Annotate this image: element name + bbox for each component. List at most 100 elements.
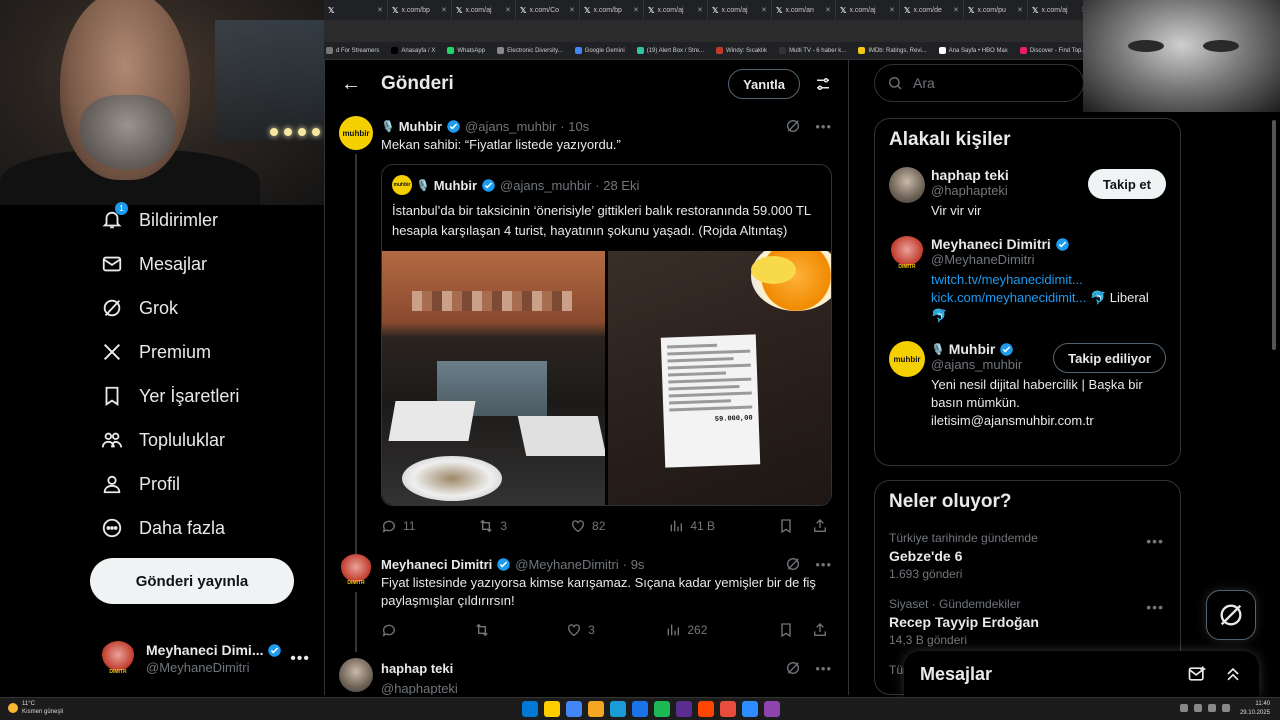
browser-tab[interactable]: 𝕏 ✕	[324, 0, 388, 20]
clock[interactable]: 11:40 29.10.2025	[1240, 700, 1270, 718]
grok-icon[interactable]	[785, 660, 801, 676]
related-person[interactable]: Meyhaneci Dimitri @MeyhaneDimitri twitch…	[875, 230, 1180, 335]
bookmark-item[interactable]: Windy: Sıcaklık	[716, 47, 767, 54]
reply-action[interactable]	[381, 622, 403, 638]
like-action[interactable]: 82	[570, 518, 605, 534]
more-dots-icon[interactable]: •••	[815, 661, 832, 676]
taskbar-app-icon[interactable]	[588, 701, 604, 717]
profile-link[interactable]: kick.com/meyhanecidimit...	[931, 290, 1086, 305]
taskbar-app-icon[interactable]	[698, 701, 714, 717]
browser-tab[interactable]: 𝕏x.com/de ✕	[900, 0, 964, 20]
sidebar-item-profile[interactable]: Profil	[90, 462, 310, 506]
page-scrollbar[interactable]	[1272, 120, 1276, 350]
more-dots-icon[interactable]: •••	[815, 119, 832, 134]
bookmark-item[interactable]: Electronic Diversity...	[497, 47, 563, 54]
sidebar-item-notifications[interactable]: 1 Bildirimler	[90, 198, 310, 242]
views-action[interactable]: 41 B	[668, 518, 715, 534]
close-icon[interactable]: ✕	[761, 6, 767, 14]
post-button[interactable]: Gönderi yayınla	[90, 558, 294, 604]
bookmark-item[interactable]: d For Streamers	[326, 47, 379, 54]
quoted-tweet[interactable]: muhbir 🎙️ Muhbir @ajans_muhbir · 28 Eki …	[381, 164, 832, 506]
close-icon[interactable]: ✕	[569, 6, 575, 14]
close-icon[interactable]: ✕	[377, 6, 383, 14]
bookmark-icon[interactable]	[778, 518, 794, 534]
taskbar-app-icon[interactable]	[632, 701, 648, 717]
tweet-third[interactable]: haphap teki ••• @haphapteki	[325, 650, 848, 695]
more-dots-icon[interactable]: •••	[290, 650, 310, 668]
sliders-icon[interactable]	[814, 75, 832, 93]
sidebar-item-communities[interactable]: Topluluklar	[90, 418, 310, 462]
following-button[interactable]: Takip ediliyor	[1053, 343, 1166, 373]
browser-tab[interactable]: 𝕏x.com/bp ✕	[388, 0, 452, 20]
messages-drawer[interactable]: Mesajlar	[904, 651, 1259, 697]
repost-action[interactable]	[474, 622, 496, 638]
grok-button[interactable]	[1206, 590, 1256, 640]
avatar[interactable]: muhbir	[339, 116, 373, 150]
avatar[interactable]	[339, 554, 373, 588]
browser-tab[interactable]: 𝕏x.com/bp ✕	[580, 0, 644, 20]
bookmark-item[interactable]: Anasayfa / X	[391, 47, 435, 54]
bookmark-icon[interactable]	[778, 622, 794, 638]
taskbar-app-icon[interactable]	[742, 701, 758, 717]
bookmark-item[interactable]: (19) Alert Box / Stre...	[636, 47, 704, 54]
taskbar-app-icon[interactable]	[566, 701, 582, 717]
taskbar-app-icon[interactable]	[522, 701, 538, 717]
taskbar-app-icon[interactable]	[610, 701, 626, 717]
browser-tab[interactable]: 𝕏x.com/pu ✕	[964, 0, 1028, 20]
new-message-icon[interactable]	[1187, 664, 1207, 684]
browser-tab[interactable]: 𝕏x.com/aj✕	[836, 0, 900, 20]
browser-tab[interactable]: 𝕏x.com/aj✕	[708, 0, 772, 20]
person-name[interactable]: Meyhaneci Dimitri	[931, 236, 1051, 252]
tweet-author-handle[interactable]: @ajans_muhbir	[465, 119, 556, 134]
tweet-time[interactable]: · 10s	[560, 119, 589, 134]
restaurant-photo[interactable]	[382, 251, 605, 505]
bookmark-item[interactable]: IMDb: Ratings, Revi...	[858, 47, 927, 54]
grok-icon[interactable]	[785, 556, 801, 572]
follow-button[interactable]: Takip et	[1087, 169, 1166, 199]
more-dots-icon[interactable]: •••	[1146, 533, 1164, 549]
close-icon[interactable]: ✕	[697, 6, 703, 14]
browser-tab[interactable]: 𝕏x.com/aj✕	[644, 0, 708, 20]
browser-tab[interactable]: 𝕏x.com/aj✕	[452, 0, 516, 20]
close-icon[interactable]: ✕	[1017, 6, 1023, 14]
weather-widget[interactable]: 11°C Kısmen güneşli	[8, 700, 63, 716]
related-person[interactable]: muhbir 🎙️ Muhbir @ajans_muhbir Yeni nesil…	[875, 335, 1180, 440]
browser-tab[interactable]: 𝕏x.com/aj✕	[1028, 0, 1084, 20]
tweet-author-handle[interactable]: @MeyhaneDimitri	[515, 557, 619, 572]
more-dots-icon[interactable]: •••	[1146, 599, 1164, 615]
browser-tab[interactable]: 𝕏x.com/an ✕	[772, 0, 836, 20]
tweet-author-name[interactable]: Muhbir	[399, 119, 442, 134]
sidebar-item-premium[interactable]: Premium	[90, 330, 310, 374]
account-switcher[interactable]: Meyhaneci Dimi... @MeyhaneDimitri •••	[100, 634, 310, 684]
views-action[interactable]: 262	[665, 622, 707, 638]
sidebar-item-more[interactable]: Daha fazla	[90, 506, 310, 550]
tweet-author-name[interactable]: haphap teki	[381, 661, 453, 676]
close-icon[interactable]: ✕	[825, 6, 831, 14]
chevron-up-double-icon[interactable]	[1223, 664, 1243, 684]
tweet-author-name[interactable]: Meyhaneci Dimitri	[381, 557, 492, 572]
search-input[interactable]: Ara	[874, 64, 1084, 102]
related-person[interactable]: haphap teki @haphapteki Vir vir vir Taki…	[875, 161, 1180, 230]
taskbar-app-icon[interactable]	[676, 701, 692, 717]
close-icon[interactable]: ✕	[953, 6, 959, 14]
share-icon[interactable]	[812, 622, 828, 638]
repost-action[interactable]: 3	[478, 518, 507, 534]
quote-media[interactable]: 59.000,00	[382, 251, 831, 505]
tweet-time[interactable]: · 9s	[623, 557, 645, 572]
reply-button[interactable]: Yanıtla	[728, 69, 800, 99]
avatar[interactable]: muhbir	[889, 341, 925, 377]
close-icon[interactable]: ✕	[633, 6, 639, 14]
close-icon[interactable]: ✕	[505, 6, 511, 14]
taskbar-app-icon[interactable]	[720, 701, 736, 717]
back-arrow-icon[interactable]: ←	[341, 73, 381, 96]
receipt-photo[interactable]: 59.000,00	[608, 251, 831, 505]
more-dots-icon[interactable]: •••	[815, 557, 832, 572]
reply-action[interactable]: 11	[381, 518, 415, 534]
avatar[interactable]	[889, 167, 925, 203]
sidebar-item-messages[interactable]: Mesajlar	[90, 242, 310, 286]
taskbar-app-icon[interactable]	[764, 701, 780, 717]
taskbar-app-icon[interactable]	[654, 701, 670, 717]
tweet-author-handle[interactable]: @haphapteki	[381, 681, 458, 696]
tweet-reply[interactable]: Meyhaneci Dimitri @MeyhaneDimitri · 9s •…	[325, 546, 848, 652]
close-icon[interactable]: ✕	[889, 6, 895, 14]
